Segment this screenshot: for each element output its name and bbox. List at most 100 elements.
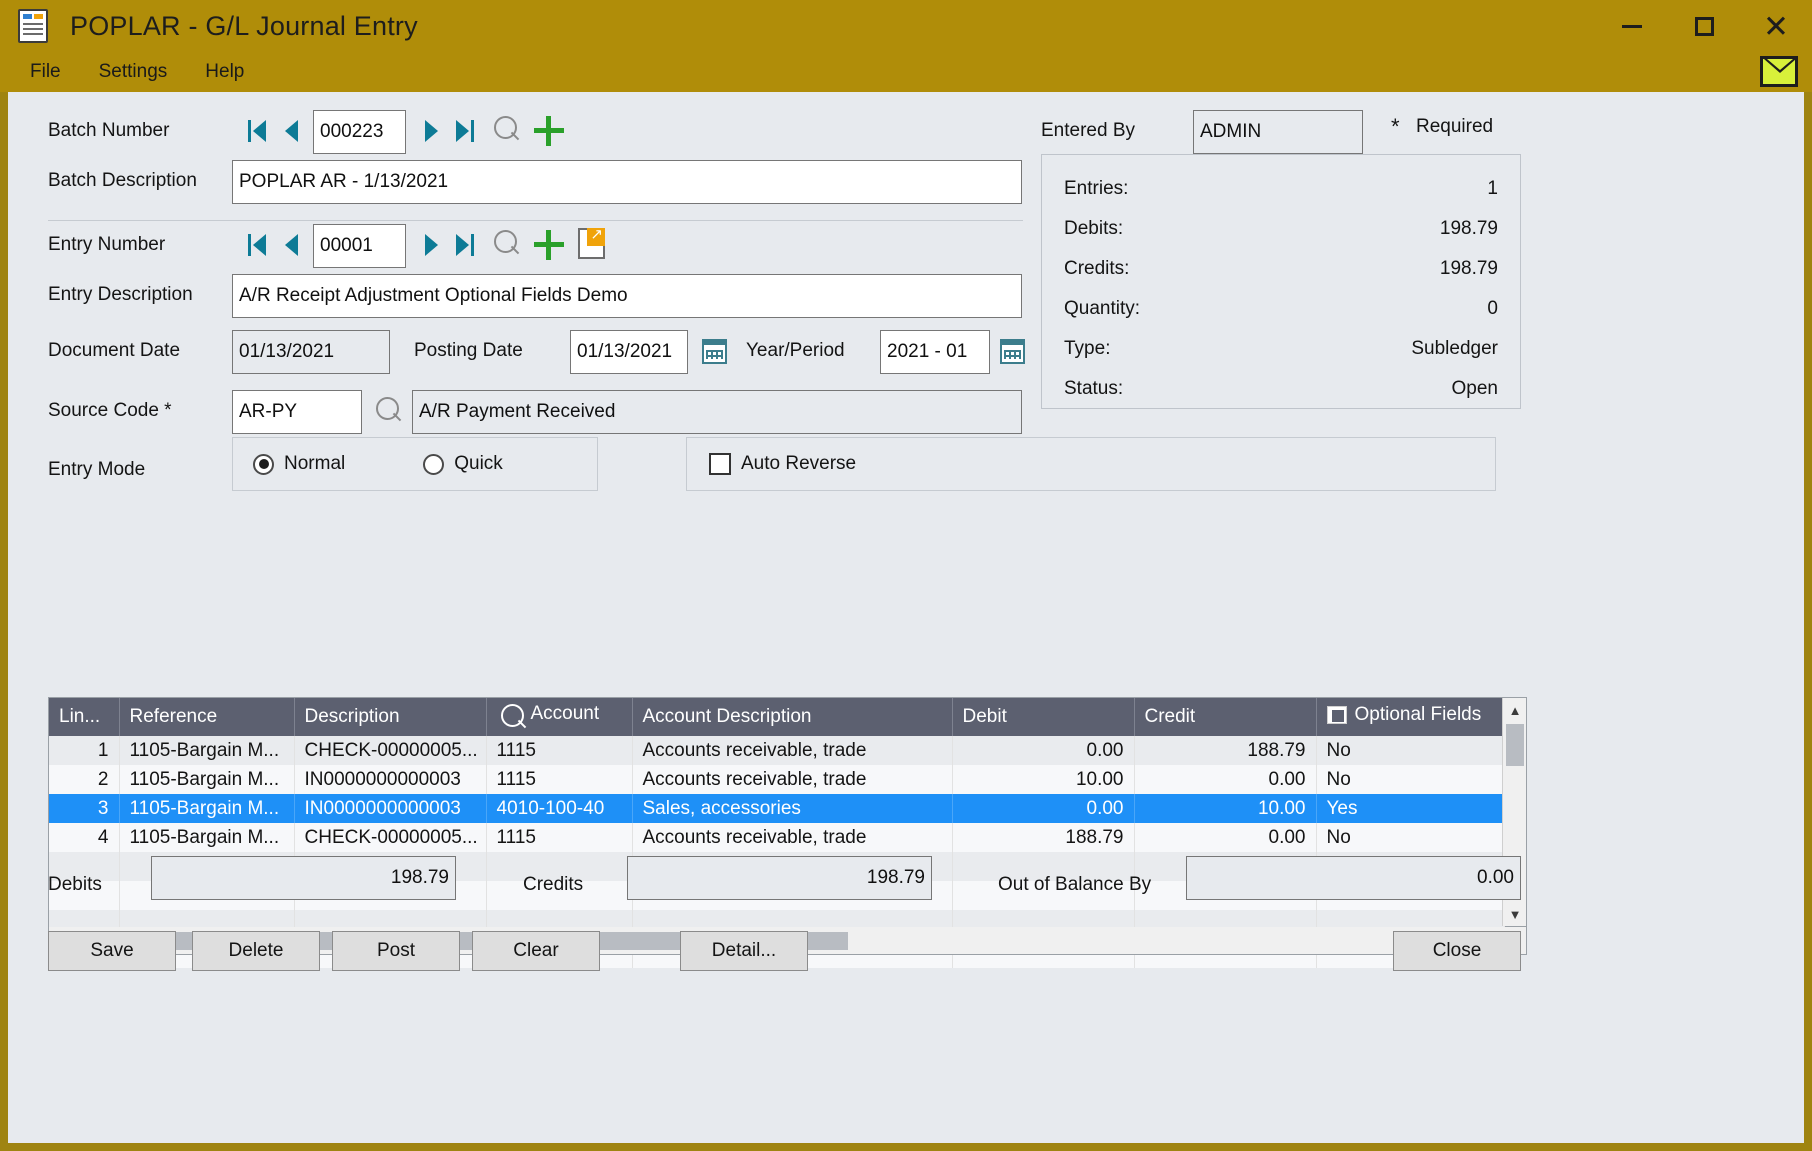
entered-by-input: ADMIN	[1193, 110, 1363, 154]
cell-account: 1115	[486, 736, 633, 765]
summary-value: 1	[1487, 178, 1498, 199]
batch-search-icon[interactable]	[490, 114, 524, 148]
entry-drilldown-icon[interactable]	[578, 225, 605, 259]
posting-date-input[interactable]: 01/13/2021	[570, 330, 688, 374]
cell-optional-fields: No	[1316, 736, 1505, 765]
summary-key: Type:	[1064, 338, 1111, 359]
summary-key: Debits:	[1064, 218, 1124, 239]
entry-number-nav	[240, 228, 308, 262]
post-button[interactable]: Post	[332, 931, 460, 971]
grid-col-description[interactable]: Description	[294, 698, 487, 736]
menu-bar: File Settings Help	[0, 52, 1812, 92]
summary-row-credits: Credits: 198.79	[1042, 249, 1520, 289]
close-button[interactable]: ✕	[1740, 0, 1812, 52]
cell-debit: 188.79	[952, 823, 1135, 852]
grid-col-optional-fields[interactable]: Optional Fields	[1316, 698, 1505, 736]
required-marker: *	[1391, 114, 1400, 139]
entry-first-button[interactable]	[240, 228, 274, 262]
title-bar: POPLAR - G/L Journal Entry ✕	[0, 0, 1812, 52]
out-of-balance-value: 0.00	[1186, 856, 1521, 900]
entry-new-icon[interactable]	[534, 230, 564, 260]
cell-line: 4	[49, 823, 120, 852]
menu-item-settings[interactable]: Settings	[83, 57, 184, 87]
entry-next-button[interactable]	[414, 228, 448, 262]
optional-fields-icon	[1326, 706, 1347, 724]
summary-value: 198.79	[1439, 258, 1498, 279]
batch-prev-button[interactable]	[274, 114, 308, 148]
grid-col-credit[interactable]: Credit	[1134, 698, 1317, 736]
close-icon: ✕	[1763, 8, 1789, 44]
close-form-button[interactable]: Close	[1393, 931, 1521, 971]
table-row[interactable]: 4 1105-Bargain M... CHECK-00000005... 11…	[49, 823, 1505, 852]
summary-key: Entries:	[1064, 178, 1129, 199]
window-controls: ✕	[1596, 0, 1812, 52]
radio-entry-mode-quick[interactable]: Quick	[423, 453, 503, 475]
cell-line: 1	[49, 736, 120, 765]
menu-item-file[interactable]: File	[14, 57, 77, 87]
cell-credit: 0.00	[1134, 823, 1317, 852]
journal-icon	[18, 9, 48, 43]
checkbox-auto-reverse[interactable]: Auto Reverse	[709, 453, 856, 475]
entry-prev-button[interactable]	[274, 228, 308, 262]
table-row[interactable]: 1 1105-Bargain M... CHECK-00000005... 11…	[49, 736, 1505, 765]
cell-debit: 0.00	[952, 736, 1135, 765]
grid-col-debit-label: Debit	[962, 706, 1007, 727]
grid-col-optional-fields-label: Optional Fields	[1354, 704, 1482, 725]
summary-row-entries: Entries: 1	[1042, 169, 1520, 209]
entry-last-button[interactable]	[448, 228, 482, 262]
entry-description-label: Entry Description	[48, 284, 193, 305]
maximize-button[interactable]	[1668, 0, 1740, 52]
source-code-search-icon[interactable]	[372, 395, 406, 429]
posting-date-calendar-icon[interactable]	[702, 339, 727, 364]
table-row[interactable]: 2 1105-Bargain M... IN0000000000003 1115…	[49, 765, 1505, 794]
grid-col-reference[interactable]: Reference	[119, 698, 295, 736]
grid-col-account-description-label: Account Description	[642, 706, 812, 727]
batch-description-input[interactable]: POPLAR AR - 1/13/2021	[232, 160, 1022, 204]
cell-description: CHECK-00000005...	[294, 736, 487, 765]
detail-button[interactable]: Detail...	[680, 931, 808, 971]
summary-value: 0	[1487, 298, 1498, 319]
cell-account-description: Accounts receivable, trade	[632, 823, 953, 852]
batch-new-icon[interactable]	[534, 116, 564, 146]
entry-number-input[interactable]: 00001	[313, 224, 406, 268]
minimize-icon	[1622, 24, 1642, 28]
vertical-scroll-thumb[interactable]	[1506, 724, 1524, 766]
summary-value: Subledger	[1411, 338, 1498, 359]
grid-col-line[interactable]: Lin...	[49, 698, 120, 736]
batch-last-button[interactable]	[448, 114, 482, 148]
grid-col-account-description[interactable]: Account Description	[632, 698, 953, 736]
year-period-calendar-icon[interactable]	[1000, 339, 1025, 364]
cell-reference: 1105-Bargain M...	[119, 794, 295, 823]
document-date-input[interactable]: 01/13/2021	[232, 330, 390, 374]
cell-optional-fields: No	[1316, 823, 1505, 852]
menu-item-help[interactable]: Help	[189, 57, 260, 87]
save-button[interactable]: Save	[48, 931, 176, 971]
batch-description-label: Batch Description	[48, 170, 197, 191]
table-row-selected[interactable]: 3 1105-Bargain M... IN0000000000003 4010…	[49, 794, 1505, 823]
grid-col-account[interactable]: Account	[486, 698, 633, 736]
batch-next-button[interactable]	[414, 114, 448, 148]
minimize-button[interactable]	[1596, 0, 1668, 52]
entry-search-icon[interactable]	[490, 228, 524, 262]
cell-credit: 10.00	[1134, 794, 1317, 823]
clear-button[interactable]: Clear	[472, 931, 600, 971]
grid-col-credit-label: Credit	[1144, 706, 1196, 727]
delete-button[interactable]: Delete	[192, 931, 320, 971]
scroll-up-button[interactable]: ▲	[1503, 698, 1527, 722]
cell-line: 3	[49, 794, 120, 823]
radio-entry-mode-normal[interactable]: Normal	[253, 453, 345, 475]
batch-number-nav	[240, 114, 308, 148]
batch-first-button[interactable]	[240, 114, 274, 148]
search-icon[interactable]	[497, 702, 524, 727]
posting-date-label: Posting Date	[414, 340, 523, 361]
batch-number-input[interactable]: 000223	[313, 110, 406, 154]
year-period-input[interactable]: 2021 - 01	[880, 330, 990, 374]
grid-col-debit[interactable]: Debit	[952, 698, 1135, 736]
scroll-down-button[interactable]: ▼	[1503, 902, 1527, 926]
radio-normal-label: Normal	[284, 453, 346, 474]
source-code-input[interactable]: AR-PY	[232, 390, 362, 434]
auto-reverse-label: Auto Reverse	[741, 453, 857, 474]
cell-account-description: Sales, accessories	[632, 794, 953, 823]
entry-description-input[interactable]: A/R Receipt Adjustment Optional Fields D…	[232, 274, 1022, 318]
mail-envelope-icon[interactable]	[1760, 56, 1798, 87]
